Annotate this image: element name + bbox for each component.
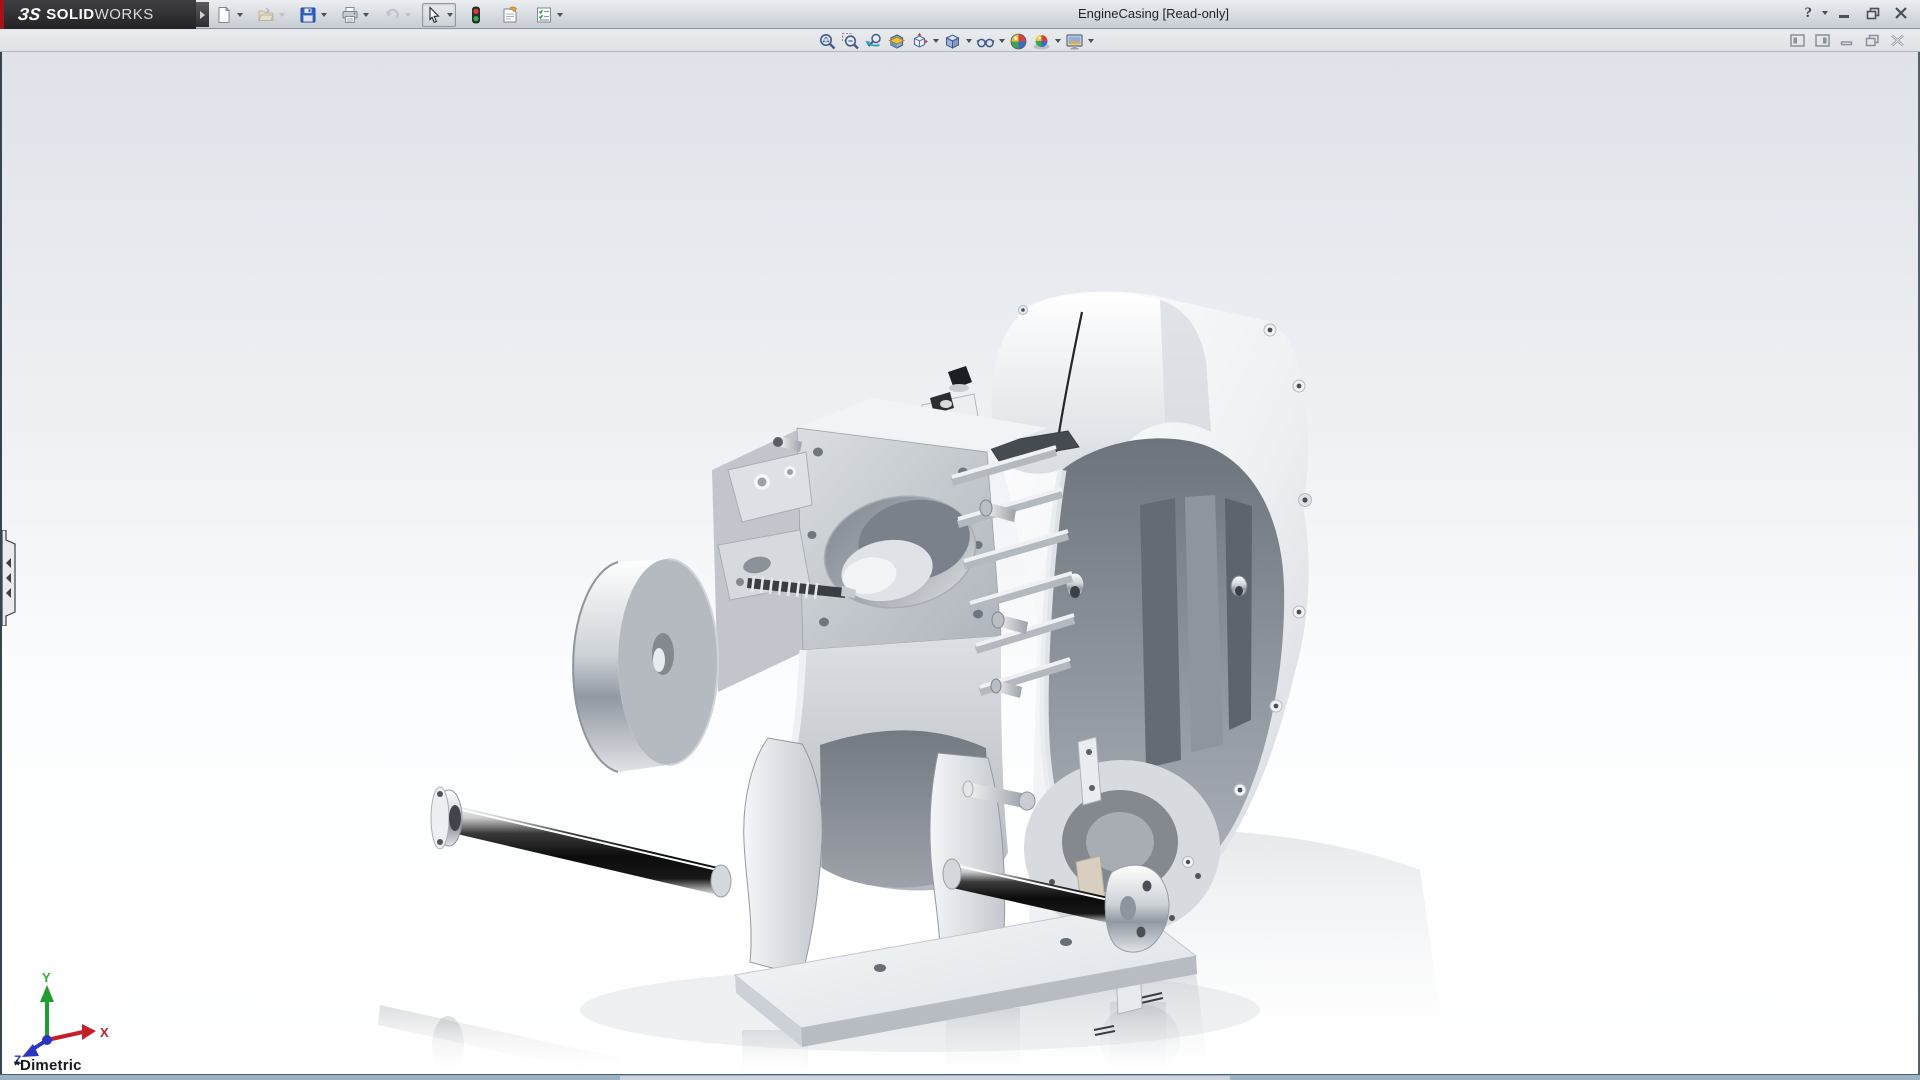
apply-scene-button[interactable] <box>1030 30 1063 52</box>
triad-y-label: Y <box>42 970 51 985</box>
solidworks-logo-icon: ЗS <box>17 5 42 25</box>
heads-up-toolbar-row <box>0 30 1920 52</box>
view-orientation-button[interactable] <box>908 30 941 52</box>
options-button[interactable] <box>532 3 566 27</box>
brand-name-light: WORKS <box>95 6 154 23</box>
hide-show-dropdown-arrow[interactable] <box>999 39 1005 43</box>
solidworks-logo: ЗS SOLIDWORKS <box>4 0 196 29</box>
select-button[interactable] <box>422 3 456 27</box>
previous-view-button[interactable] <box>862 30 885 52</box>
restore-icon <box>1866 7 1881 20</box>
save-dropdown-arrow[interactable] <box>321 13 327 17</box>
document-minimize-button[interactable] <box>1838 32 1856 48</box>
rebuild-traffic-light-icon <box>467 6 485 24</box>
open-folder-icon <box>257 6 275 24</box>
solidworks-window: ЗS SOLIDWORKS <box>0 0 1920 1080</box>
close-icon <box>1894 7 1908 19</box>
brand-name-bold: SOLID <box>46 6 94 23</box>
view-orientation-label: *Dimetric <box>14 1057 82 1074</box>
zoom-to-area-button[interactable] <box>839 30 862 52</box>
reference-triad: Y X Z <box>14 970 109 1067</box>
new-dropdown-arrow[interactable] <box>237 13 243 17</box>
save-floppy-icon <box>299 6 317 24</box>
pane-left-icon <box>1790 34 1805 47</box>
view-orientation-cube-icon <box>910 32 929 51</box>
undo-dropdown-arrow[interactable] <box>405 13 411 17</box>
appearance-ball-icon <box>1009 32 1028 51</box>
menu-flyout-tab[interactable] <box>196 2 209 27</box>
bottom-window-border <box>0 1074 1920 1080</box>
zoom-to-area-icon <box>841 32 860 51</box>
featuremanager-collapsed-tab[interactable] <box>2 530 17 626</box>
display-style-cube-icon <box>943 32 962 51</box>
apply-scene-icon <box>1032 32 1051 51</box>
previous-view-icon <box>864 32 883 51</box>
standard-toolbar <box>212 0 566 29</box>
help-dropdown-arrow[interactable] <box>1822 11 1828 15</box>
file-properties-button[interactable] <box>498 3 522 27</box>
apply-scene-dropdown-arrow[interactable] <box>1055 39 1061 43</box>
window-controls: ? <box>1805 4 1913 22</box>
edit-appearance-button[interactable] <box>1007 30 1030 52</box>
graphics-area[interactable]: Y X Z *Dimetric <box>0 52 1920 1074</box>
eyeglasses-icon <box>976 32 995 51</box>
rebuild-button[interactable] <box>464 3 488 27</box>
new-button[interactable] <box>212 3 246 27</box>
hide-show-items-button[interactable] <box>974 30 1007 52</box>
model-engine-casing: Y X Z <box>0 52 1920 1074</box>
select-cursor-icon <box>425 6 443 24</box>
document-title: EngineCasing [Read-only] <box>1078 6 1229 21</box>
view-orientation-dropdown-arrow[interactable] <box>933 39 939 43</box>
section-view-button[interactable] <box>885 30 908 52</box>
zoom-to-fit-icon <box>818 32 837 51</box>
printer-icon <box>341 6 359 24</box>
document-restore-icon <box>1865 34 1880 47</box>
open-button[interactable] <box>254 3 288 27</box>
view-settings-monitor-icon <box>1065 32 1084 51</box>
close-button[interactable] <box>1890 4 1912 22</box>
select-dropdown-arrow[interactable] <box>447 13 453 17</box>
restore-button[interactable] <box>1862 4 1884 22</box>
heads-up-view-toolbar <box>816 30 1096 52</box>
open-dropdown-arrow[interactable] <box>279 13 285 17</box>
document-close-icon <box>1890 34 1905 47</box>
print-button[interactable] <box>338 3 372 27</box>
triad-x-label: X <box>100 1025 109 1040</box>
zoom-to-fit-button[interactable] <box>816 30 839 52</box>
new-document-icon <box>215 6 233 24</box>
document-window-controls <box>1788 32 1906 48</box>
left-flange-disc <box>573 559 718 772</box>
options-dropdown-arrow[interactable] <box>557 13 563 17</box>
display-style-button[interactable] <box>941 30 974 52</box>
minimize-button[interactable] <box>1834 4 1856 22</box>
options-checklist-icon <box>535 6 553 24</box>
section-view-icon <box>887 32 906 51</box>
pane-right-toggle[interactable] <box>1813 32 1831 48</box>
document-minimize-icon <box>1840 34 1854 46</box>
undo-arrow-icon <box>383 6 401 24</box>
display-style-dropdown-arrow[interactable] <box>966 39 972 43</box>
help-icon[interactable]: ? <box>1805 5 1813 22</box>
print-dropdown-arrow[interactable] <box>363 13 369 17</box>
view-settings-button[interactable] <box>1063 30 1096 52</box>
document-restore-button[interactable] <box>1863 32 1881 48</box>
undo-button[interactable] <box>380 3 414 27</box>
flyout-arrow-icon <box>200 11 205 19</box>
file-properties-icon <box>501 6 519 24</box>
document-close-button[interactable] <box>1888 32 1906 48</box>
horizontal-scrollbar-thumb[interactable] <box>620 1076 1230 1080</box>
pane-left-toggle[interactable] <box>1788 32 1806 48</box>
title-bar: ЗS SOLIDWORKS <box>0 0 1920 29</box>
view-settings-dropdown-arrow[interactable] <box>1088 39 1094 43</box>
shaft-left <box>431 787 731 897</box>
pane-right-icon <box>1815 34 1830 47</box>
save-button[interactable] <box>296 3 330 27</box>
minimize-icon <box>1838 7 1852 19</box>
